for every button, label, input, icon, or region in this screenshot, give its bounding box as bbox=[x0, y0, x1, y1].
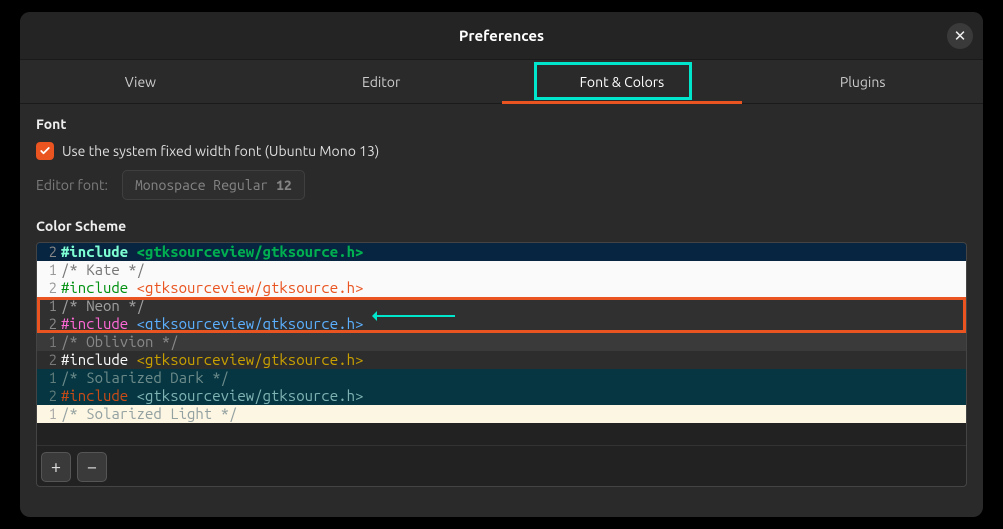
comment: /* Oblivion */ bbox=[61, 333, 179, 350]
include-path: <gtksourceview/gtksource.h> bbox=[137, 351, 364, 368]
line-number: 1 bbox=[41, 405, 61, 423]
check-icon bbox=[39, 145, 51, 157]
tab-plugins[interactable]: Plugins bbox=[742, 60, 983, 103]
scheme-item-neon[interactable]: 1/* Neon */ 2#include <gtksourceview/gtk… bbox=[37, 297, 966, 333]
comment: /* Solarized Light */ bbox=[61, 405, 237, 422]
line-number: 1 bbox=[41, 369, 61, 387]
editor-font-button[interactable]: Monospace Regular 12 bbox=[122, 170, 305, 200]
color-scheme-viewport[interactable]: 2#include <gtksourceview/gtksource.h> 1/… bbox=[37, 243, 966, 445]
font-heading: Font bbox=[36, 116, 967, 132]
scheme-item-solarized-dark[interactable]: 1/* Solarized Dark */ 2#include <gtksour… bbox=[37, 369, 966, 405]
tab-view[interactable]: View bbox=[20, 60, 261, 103]
remove-scheme-button[interactable]: − bbox=[77, 452, 107, 482]
editor-font-row: Editor font: Monospace Regular 12 bbox=[36, 170, 967, 200]
include-path: <gtksourceview/gtksource.h> bbox=[137, 315, 364, 332]
comment: /* Neon */ bbox=[61, 297, 145, 314]
tab-label: View bbox=[125, 74, 156, 90]
line-number: 2 bbox=[41, 243, 61, 261]
keyword: #include bbox=[61, 279, 137, 296]
include-path: <gtksourceview/gtksource.h> bbox=[137, 243, 364, 260]
tabs: View Editor Font & Colors Plugins bbox=[20, 60, 983, 104]
scheme-item-oblivion[interactable]: 1/* Oblivion */ 2#include <gtksourceview… bbox=[37, 333, 966, 369]
editor-font-label: Editor font: bbox=[36, 177, 108, 193]
scheme-item-solarized-light[interactable]: 1/* Solarized Light */ bbox=[37, 405, 966, 423]
include-path: <gtksourceview/gtksource.h> bbox=[137, 279, 364, 296]
keyword: #include bbox=[61, 387, 137, 404]
tab-label: Font & Colors bbox=[580, 74, 665, 90]
keyword: #include bbox=[61, 351, 137, 368]
titlebar: Preferences ✕ bbox=[20, 12, 983, 60]
window-title: Preferences bbox=[459, 27, 544, 44]
line-number: 2 bbox=[41, 387, 61, 405]
scheme-item-classic[interactable]: 2#include <gtksourceview/gtksource.h> bbox=[37, 243, 966, 261]
line-number: 1 bbox=[41, 297, 61, 315]
tab-label: Editor bbox=[362, 74, 400, 90]
line-number: 2 bbox=[41, 279, 61, 297]
close-button[interactable]: ✕ bbox=[947, 23, 973, 49]
scheme-item-kate[interactable]: 1/* Kate */ 2#include <gtksourceview/gtk… bbox=[37, 261, 966, 297]
tab-editor[interactable]: Editor bbox=[261, 60, 502, 103]
plus-icon: + bbox=[51, 457, 61, 477]
use-system-font-label: Use the system fixed width font (Ubuntu … bbox=[62, 143, 379, 159]
line-number: 1 bbox=[41, 261, 61, 279]
editor-font-name: Monospace Regular bbox=[135, 177, 276, 193]
use-system-font-checkbox[interactable] bbox=[36, 142, 54, 160]
use-system-font-row[interactable]: Use the system fixed width font (Ubuntu … bbox=[36, 142, 967, 160]
comment: /* Kate */ bbox=[61, 261, 145, 278]
line-number: 2 bbox=[41, 315, 61, 333]
preferences-window: Preferences ✕ View Editor Font & Colors … bbox=[20, 12, 983, 517]
content: Font Use the system fixed width font (Ub… bbox=[20, 104, 983, 517]
color-scheme-list: 2#include <gtksourceview/gtksource.h> 1/… bbox=[36, 242, 967, 487]
include-path: <gtksourceview/gtksource.h> bbox=[137, 387, 364, 404]
tab-label: Plugins bbox=[840, 74, 886, 90]
keyword: #include bbox=[61, 315, 137, 332]
editor-font-size: 12 bbox=[276, 177, 292, 193]
line-number: 1 bbox=[41, 333, 61, 351]
comment: /* Solarized Dark */ bbox=[61, 369, 229, 386]
add-scheme-button[interactable]: + bbox=[41, 452, 71, 482]
line-number: 2 bbox=[41, 351, 61, 369]
color-scheme-heading: Color Scheme bbox=[36, 218, 967, 234]
keyword: #include bbox=[61, 243, 137, 260]
minus-icon: − bbox=[87, 457, 97, 477]
tab-font-colors[interactable]: Font & Colors bbox=[502, 60, 743, 103]
scheme-toolbar: + − bbox=[37, 445, 966, 486]
close-icon: ✕ bbox=[954, 27, 967, 45]
